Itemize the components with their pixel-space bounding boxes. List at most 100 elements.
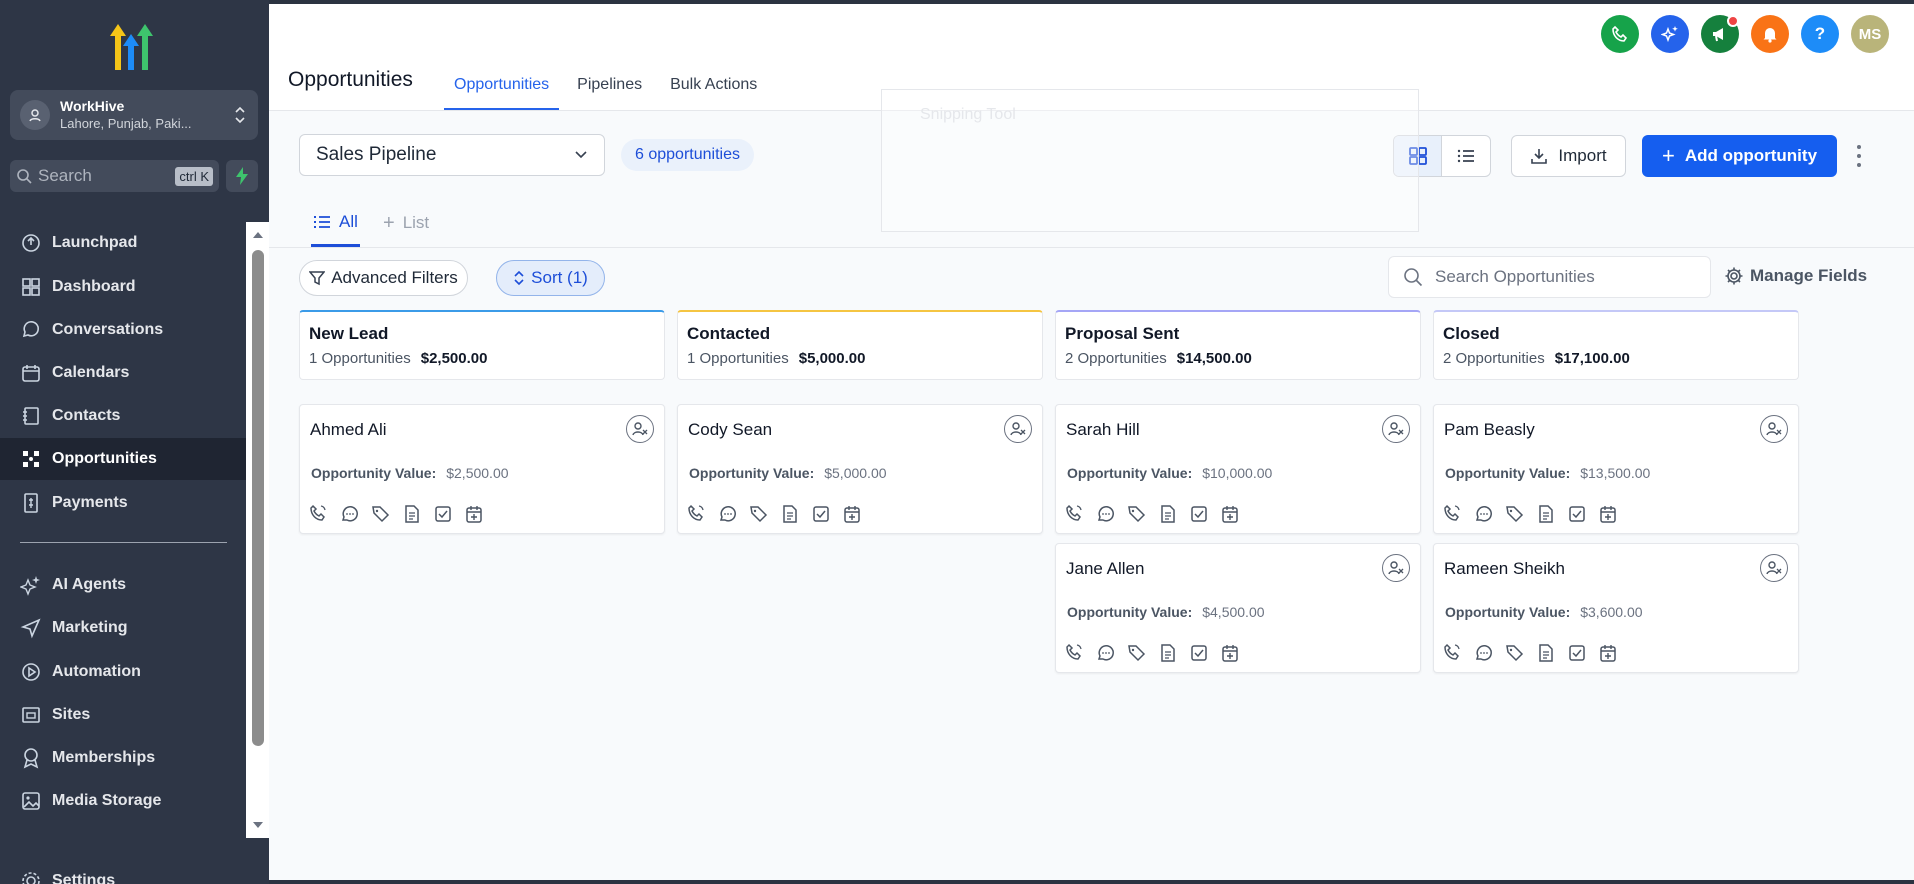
tag-icon[interactable]: [749, 504, 769, 524]
scrollbar-thumb[interactable]: [252, 250, 264, 746]
sidebar-search[interactable]: ctrl K: [10, 160, 219, 192]
sidebar-item-settings[interactable]: Settings: [0, 860, 246, 884]
sidebar-item-contacts[interactable]: Contacts: [0, 395, 246, 437]
note-icon[interactable]: [1536, 504, 1556, 524]
tag-icon[interactable]: [1127, 643, 1147, 663]
chat-icon[interactable]: [1474, 643, 1494, 663]
sidebar-item-automation[interactable]: Automation: [0, 651, 246, 693]
calendar-add-icon[interactable]: [1220, 504, 1240, 524]
sidebar-item-memberships[interactable]: Memberships: [0, 737, 246, 779]
tag-icon[interactable]: [1127, 504, 1147, 524]
tag-icon[interactable]: [1505, 504, 1525, 524]
import-button[interactable]: Import: [1511, 135, 1626, 177]
calendar-add-icon[interactable]: [1598, 504, 1618, 524]
phone-icon[interactable]: [1065, 643, 1085, 663]
tag-icon[interactable]: [1505, 643, 1525, 663]
chat-icon[interactable]: [718, 504, 738, 524]
sidebar-item-payments[interactable]: Payments: [0, 482, 246, 524]
assign-user-button[interactable]: [1004, 415, 1032, 443]
task-icon[interactable]: [811, 504, 831, 524]
assign-user-button[interactable]: [1382, 415, 1410, 443]
task-icon[interactable]: [1567, 504, 1587, 524]
phone-icon[interactable]: [687, 504, 707, 524]
sidebar-item-launchpad[interactable]: Launchpad: [0, 222, 246, 264]
contact-name[interactable]: Jane Allen: [1066, 559, 1144, 579]
tab-pipelines[interactable]: Pipelines: [567, 64, 652, 110]
calendar-add-icon[interactable]: [1598, 643, 1618, 663]
calendar-add-icon[interactable]: [1220, 643, 1240, 663]
note-icon[interactable]: [1158, 504, 1178, 524]
phone-icon[interactable]: [309, 504, 329, 524]
opportunity-card[interactable]: Jane Allen Opportunity Value: $4,500.00: [1055, 543, 1421, 673]
announcements-button[interactable]: [1701, 15, 1739, 53]
sidebar-item-dashboard[interactable]: Dashboard: [0, 266, 246, 308]
help-button[interactable]: ?: [1801, 15, 1839, 53]
more-options-button[interactable]: [1849, 142, 1869, 170]
phone-icon[interactable]: [1443, 643, 1463, 663]
tab-bulk-actions[interactable]: Bulk Actions: [660, 64, 767, 110]
tab-opportunities[interactable]: Opportunities: [444, 64, 560, 110]
phone-icon[interactable]: [1065, 504, 1085, 524]
calendar-add-icon[interactable]: [842, 504, 862, 524]
assign-user-button[interactable]: [1760, 554, 1788, 582]
quick-action-button[interactable]: [226, 160, 258, 192]
opportunity-card[interactable]: Ahmed Ali Opportunity Value: $2,500.00: [299, 404, 665, 534]
sidebar-item-conversations[interactable]: Conversations: [0, 309, 246, 351]
sidebar-item-opportunities[interactable]: Opportunities: [0, 438, 246, 480]
card-actions: [1065, 643, 1251, 663]
assign-user-button[interactable]: [626, 415, 654, 443]
opportunity-card[interactable]: Pam Beasly Opportunity Value: $13,500.00: [1433, 404, 1799, 534]
phone-icon[interactable]: [1443, 504, 1463, 524]
opportunity-value-label: Opportunity Value:: [1067, 604, 1193, 620]
assign-user-button[interactable]: [1382, 554, 1410, 582]
sidebar-item-marketing[interactable]: Marketing: [0, 607, 246, 649]
note-icon[interactable]: [780, 504, 800, 524]
chat-icon[interactable]: [1096, 643, 1116, 663]
contact-name[interactable]: Cody Sean: [688, 420, 772, 440]
notifications-button[interactable]: [1751, 15, 1789, 53]
sidebar-search-input[interactable]: [38, 166, 176, 186]
calendar-add-icon[interactable]: [464, 504, 484, 524]
note-icon[interactable]: [402, 504, 422, 524]
contact-name[interactable]: Pam Beasly: [1444, 420, 1535, 440]
task-icon[interactable]: [1189, 504, 1209, 524]
task-icon[interactable]: [433, 504, 453, 524]
pipeline-select[interactable]: Sales Pipeline: [299, 134, 605, 176]
view-tab-add-list[interactable]: + List: [383, 199, 429, 247]
search-opportunities-input[interactable]: [1435, 267, 1685, 287]
task-icon[interactable]: [1189, 643, 1209, 663]
advanced-filters-button[interactable]: Advanced Filters: [299, 260, 468, 296]
chat-icon[interactable]: [1474, 504, 1494, 524]
sidebar-scrollbar[interactable]: [246, 222, 269, 838]
opportunity-card[interactable]: Sarah Hill Opportunity Value: $10,000.00: [1055, 404, 1421, 534]
add-opportunity-button[interactable]: + Add opportunity: [1642, 135, 1837, 177]
opportunity-card[interactable]: Cody Sean Opportunity Value: $5,000.00: [677, 404, 1043, 534]
search-opportunities[interactable]: [1388, 256, 1711, 298]
chat-icon[interactable]: [340, 504, 360, 524]
contact-name[interactable]: Sarah Hill: [1066, 420, 1140, 440]
ai-assistant-button[interactable]: [1651, 15, 1689, 53]
sidebar-item-calendars[interactable]: Calendars: [0, 352, 246, 394]
sidebar-item-ai-agents[interactable]: AI Agents: [0, 564, 246, 606]
sidebar-item-sites[interactable]: Sites: [0, 694, 246, 736]
view-tab-all[interactable]: All: [311, 199, 360, 247]
contact-name[interactable]: Ahmed Ali: [310, 420, 387, 440]
scroll-up-icon[interactable]: [252, 230, 264, 240]
list-view-button[interactable]: [1442, 136, 1490, 176]
task-icon[interactable]: [1567, 643, 1587, 663]
sidebar-item-media-storage[interactable]: Media Storage: [0, 780, 246, 822]
note-icon[interactable]: [1536, 643, 1556, 663]
account-switcher[interactable]: WorkHive Lahore, Punjab, Paki...: [10, 90, 258, 140]
assign-user-button[interactable]: [1760, 415, 1788, 443]
phone-button[interactable]: [1601, 15, 1639, 53]
chat-icon[interactable]: [1096, 504, 1116, 524]
avatar[interactable]: MS: [1851, 15, 1889, 53]
opportunity-card[interactable]: Rameen Sheikh Opportunity Value: $3,600.00: [1433, 543, 1799, 673]
tag-icon[interactable]: [371, 504, 391, 524]
sort-button[interactable]: Sort (1): [496, 260, 605, 296]
add-opportunity-label: Add opportunity: [1684, 146, 1818, 165]
scroll-down-icon[interactable]: [252, 820, 264, 830]
contact-name[interactable]: Rameen Sheikh: [1444, 559, 1565, 579]
manage-fields-button[interactable]: Manage Fields: [1724, 266, 1867, 286]
note-icon[interactable]: [1158, 643, 1178, 663]
